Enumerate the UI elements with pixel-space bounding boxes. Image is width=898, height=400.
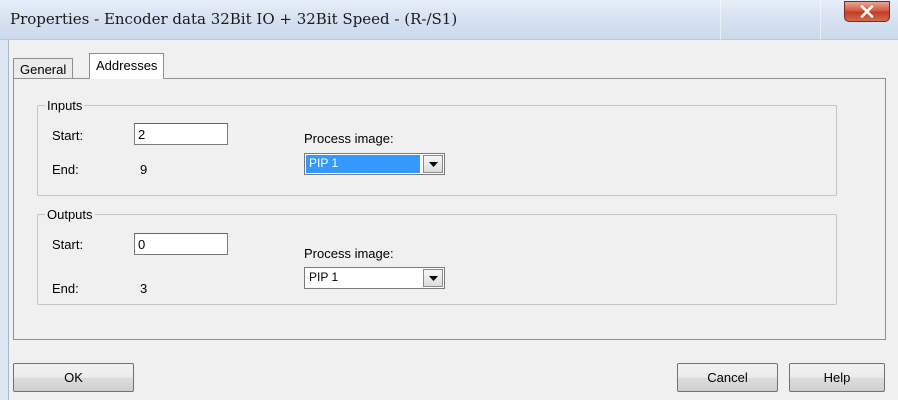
inputs-process-image-label: Process image:	[304, 131, 394, 146]
outputs-start-field[interactable]	[134, 233, 228, 255]
tab-addresses[interactable]: Addresses	[89, 53, 165, 79]
cancel-button[interactable]: Cancel	[677, 363, 778, 392]
inputs-group: Inputs	[37, 98, 837, 196]
inputs-start-label: Start:	[52, 128, 84, 143]
inputs-legend: Inputs	[47, 98, 83, 113]
close-button[interactable]	[844, 1, 890, 22]
inputs-end-value: 9	[140, 162, 148, 177]
outputs-legend: Outputs	[47, 207, 93, 222]
title-bar: Properties - Encoder data 32Bit IO + 32B…	[0, 0, 898, 40]
outputs-process-image-value: PIP 1	[309, 270, 339, 284]
inputs-process-image-value: PIP 1	[306, 155, 420, 173]
ok-button[interactable]: OK	[13, 363, 134, 392]
chevron-down-icon	[428, 161, 438, 167]
outputs-end-value: 3	[140, 281, 148, 296]
outputs-start-label: Start:	[52, 237, 84, 252]
outputs-process-image-select[interactable]: PIP 1	[304, 267, 445, 289]
inputs-start-field[interactable]	[134, 123, 228, 145]
help-button[interactable]: Help	[789, 363, 885, 392]
outputs-group: Outputs	[37, 207, 837, 305]
window-left-edge	[0, 40, 9, 400]
background-divider	[820, 0, 821, 40]
inputs-end-label: End:	[52, 162, 79, 177]
close-x-icon	[860, 5, 874, 18]
window-title: Properties - Encoder data 32Bit IO + 32B…	[10, 10, 458, 28]
tab-general[interactable]: General	[13, 58, 74, 78]
tab-addresses-label: Addresses	[96, 58, 158, 73]
outputs-dropdown-button[interactable]	[423, 269, 443, 287]
background-divider	[720, 0, 721, 40]
tab-general-label: General	[20, 62, 67, 77]
outputs-end-label: End:	[52, 281, 79, 296]
outputs-process-image-label: Process image:	[304, 246, 394, 261]
inputs-process-image-select[interactable]: PIP 1	[304, 153, 445, 175]
chevron-down-icon	[428, 275, 438, 281]
inputs-dropdown-button[interactable]	[423, 155, 443, 173]
